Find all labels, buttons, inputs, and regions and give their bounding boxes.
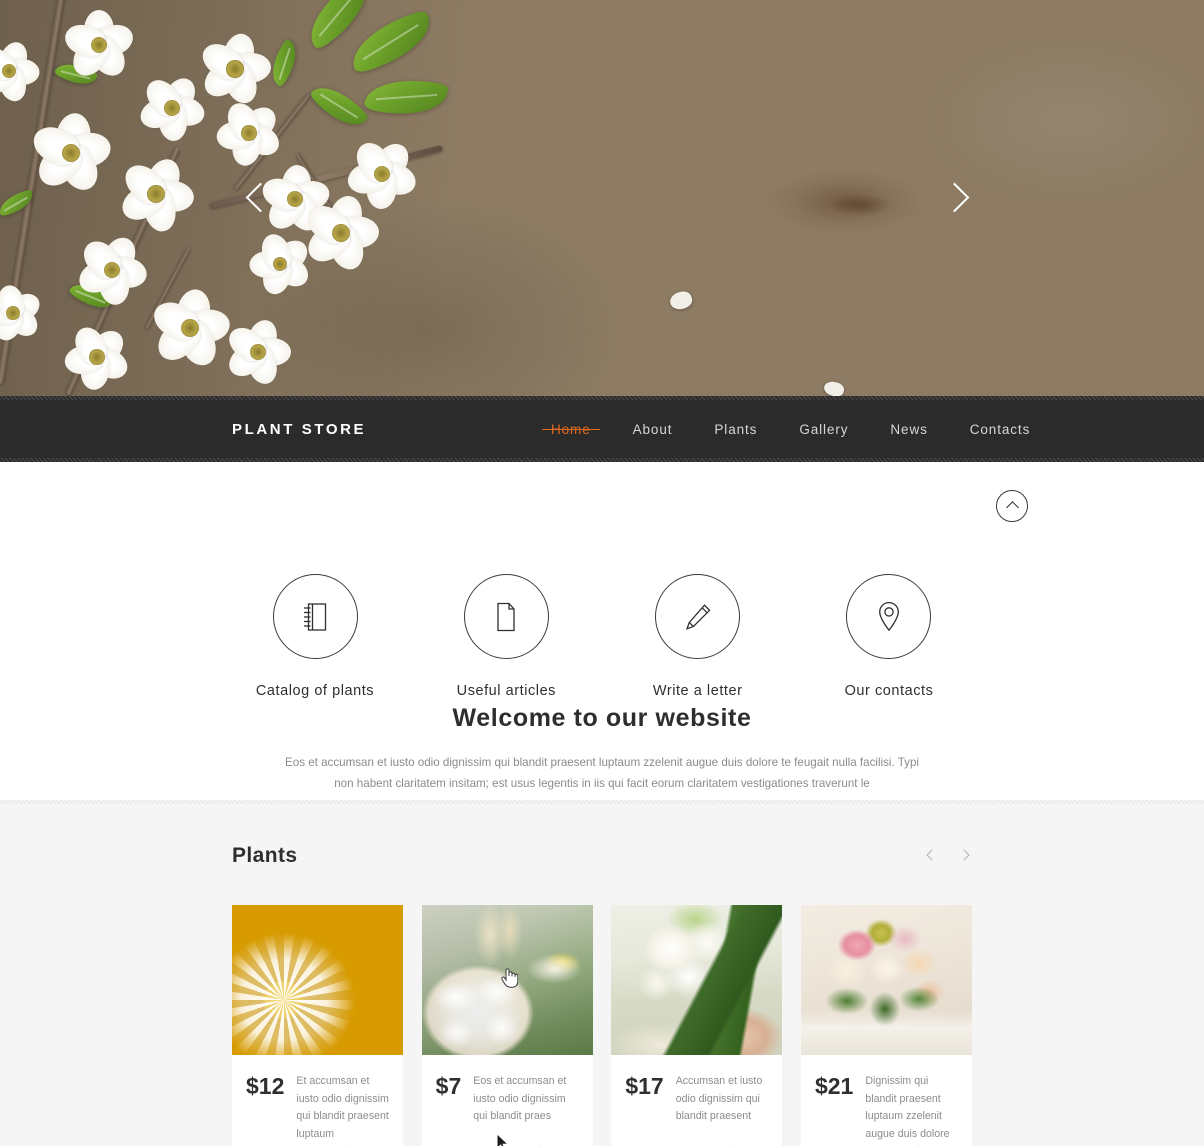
feature-useful-articles[interactable]: Useful articles (423, 574, 589, 699)
chevron-left-icon (245, 182, 276, 213)
plants-header: Plants (232, 844, 972, 868)
daisy-flower-photo (232, 905, 403, 1055)
plant-card[interactable]: $12 Et accumsan et iusto odio dignissim … (232, 905, 403, 1146)
nav-item-about[interactable]: About (612, 422, 694, 437)
feature-icon-circle (272, 574, 358, 659)
plant-price: $17 (625, 1073, 664, 1099)
notebook-icon (304, 602, 327, 631)
pink-bouquet-photo (800, 905, 972, 1055)
plant-description: Dignissim qui blandit praesent luptaum z… (865, 1075, 950, 1140)
plant-price: $21 (814, 1073, 854, 1099)
main-navbar: PLANT STORE Home About Plants Gallery Ne… (0, 396, 1204, 462)
plant-card-list: $12 Et accumsan et iusto odio dignissim … (232, 905, 972, 1146)
feature-write-a-letter[interactable]: Write a letter (615, 574, 781, 699)
plant-card-footer: more (611, 1139, 782, 1146)
nav-item-contacts[interactable]: Contacts (949, 422, 1051, 437)
plant-card-body: $12 Et accumsan et iusto odio dignissim … (232, 1055, 403, 1140)
pencil-icon (685, 603, 711, 630)
hero-next-arrow[interactable] (931, 178, 977, 224)
chevron-right-icon (958, 849, 970, 861)
plumeria-flower-photo (421, 905, 593, 1055)
carousel-prev-button[interactable] (924, 845, 940, 867)
feature-label: Useful articles (456, 683, 556, 699)
feature-label: Write a letter (652, 683, 743, 699)
feature-our-contacts[interactable]: Our contacts (806, 574, 972, 699)
nav-item-news[interactable]: News (869, 422, 948, 437)
plants-carousel-nav (924, 845, 972, 867)
white-bouquet-photo (611, 905, 783, 1055)
hero-prev-arrow[interactable] (237, 178, 283, 224)
plant-card[interactable]: $7 Eos et accumsan et iusto odio digniss… (421, 905, 593, 1146)
feature-list: Catalog of plants Useful articles Write … (232, 574, 972, 699)
chevron-right-icon (939, 182, 970, 213)
plant-card[interactable]: $21 Dignissim qui blandit praesent lupta… (800, 905, 972, 1146)
plant-card-body: $7 Eos et accumsan et iusto odio digniss… (422, 1055, 593, 1139)
plants-heading: Plants (232, 844, 298, 867)
nav-item-gallery[interactable]: Gallery (778, 422, 869, 437)
plant-card-body: $17 Accumsan et iusto odio dignissim qui… (611, 1055, 782, 1139)
feature-icon-circle (463, 574, 549, 659)
carousel-next-button[interactable] (956, 845, 972, 867)
feature-catalog-of-plants[interactable]: Catalog of plants (232, 574, 398, 699)
plant-card-image[interactable] (800, 905, 972, 1055)
plant-card-image[interactable] (232, 905, 403, 1055)
plant-price: $12 (246, 1073, 285, 1099)
chevron-up-icon (1005, 501, 1019, 514)
plant-card-footer: more (422, 1139, 593, 1146)
nav-menu: Home About Plants Gallery News Contacts (530, 422, 1051, 437)
features-section: Catalog of plants Useful articles Write … (0, 462, 1204, 800)
document-icon (497, 602, 515, 631)
location-pin-icon (879, 601, 899, 632)
plant-description: Eos et accumsan et iusto odio dignissim … (473, 1075, 567, 1122)
plant-card-image[interactable] (611, 905, 783, 1055)
plant-description: Et accumsan et iusto odio dignissim qui … (296, 1075, 389, 1140)
plant-price: $7 (435, 1073, 462, 1099)
chevron-left-icon (926, 849, 938, 861)
nav-item-home[interactable]: Home (530, 422, 612, 437)
plant-card[interactable]: $17 Accumsan et iusto odio dignissim qui… (611, 905, 783, 1146)
plants-section: Plants $12 Et accumsan et iusto odio dig… (0, 800, 1204, 1146)
hero-slider (0, 0, 1204, 396)
plant-card-image[interactable] (421, 905, 593, 1055)
feature-label: Catalog of plants (255, 683, 375, 699)
plant-card-body: $21 Dignissim qui blandit praesent lupta… (801, 1055, 972, 1140)
scroll-to-top-button[interactable] (996, 490, 1028, 522)
nav-item-plants[interactable]: Plants (693, 422, 778, 437)
welcome-paragraph: Eos et accumsan et iusto odio dignissim … (285, 756, 919, 790)
welcome-heading: Welcome to our website (452, 704, 752, 732)
feature-label: Our contacts (844, 683, 934, 699)
site-logo[interactable]: PLANT STORE (232, 421, 366, 438)
feature-icon-circle (655, 574, 741, 659)
plant-description: Accumsan et iusto odio dignissim qui bla… (675, 1075, 763, 1122)
feature-icon-circle (846, 574, 932, 659)
